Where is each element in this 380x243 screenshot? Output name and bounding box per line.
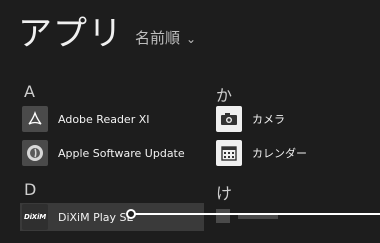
app-tile-adobe-reader[interactable]: Adobe Reader XI (22, 106, 150, 132)
sort-label: 名前順 (135, 29, 181, 47)
drag-line[interactable] (130, 213, 380, 215)
app-label: DiXiM Play SE (58, 210, 134, 224)
adobe-reader-icon (22, 106, 48, 132)
group-header-a[interactable]: A (24, 82, 35, 101)
dixim-icon: DiXiM (22, 204, 48, 230)
app-label: カメラ (252, 113, 285, 126)
app-label: カレンダー (252, 147, 307, 160)
drag-handle[interactable] (126, 209, 136, 219)
apps-header: アプリ 名前順 ⌄ (18, 10, 196, 54)
apple-update-icon (22, 140, 48, 166)
app-label: Adobe Reader XI (58, 112, 150, 126)
group-header-d[interactable]: D (24, 180, 36, 199)
group-header-ka[interactable]: か (216, 82, 232, 106)
group-header-ke[interactable]: け (216, 180, 232, 204)
app-label: Apple Software Update (58, 146, 185, 160)
sort-dropdown[interactable]: 名前順 ⌄ (135, 27, 196, 48)
app-tile-dixim-play-se[interactable]: DiXiM DiXiM Play SE (22, 204, 133, 230)
dixim-icon-text: DiXiM (24, 213, 46, 221)
chevron-down-icon: ⌄ (186, 31, 197, 46)
app-tile-partial[interactable] (216, 203, 296, 231)
camera-icon (216, 106, 242, 132)
app-tile-camera[interactable]: カメラ (216, 106, 285, 132)
calendar-icon (216, 140, 242, 166)
app-tile-calendar[interactable]: カレンダー (216, 140, 307, 166)
page-title: アプリ (18, 14, 123, 54)
app-tile-apple-software-update[interactable]: Apple Software Update (22, 140, 185, 166)
